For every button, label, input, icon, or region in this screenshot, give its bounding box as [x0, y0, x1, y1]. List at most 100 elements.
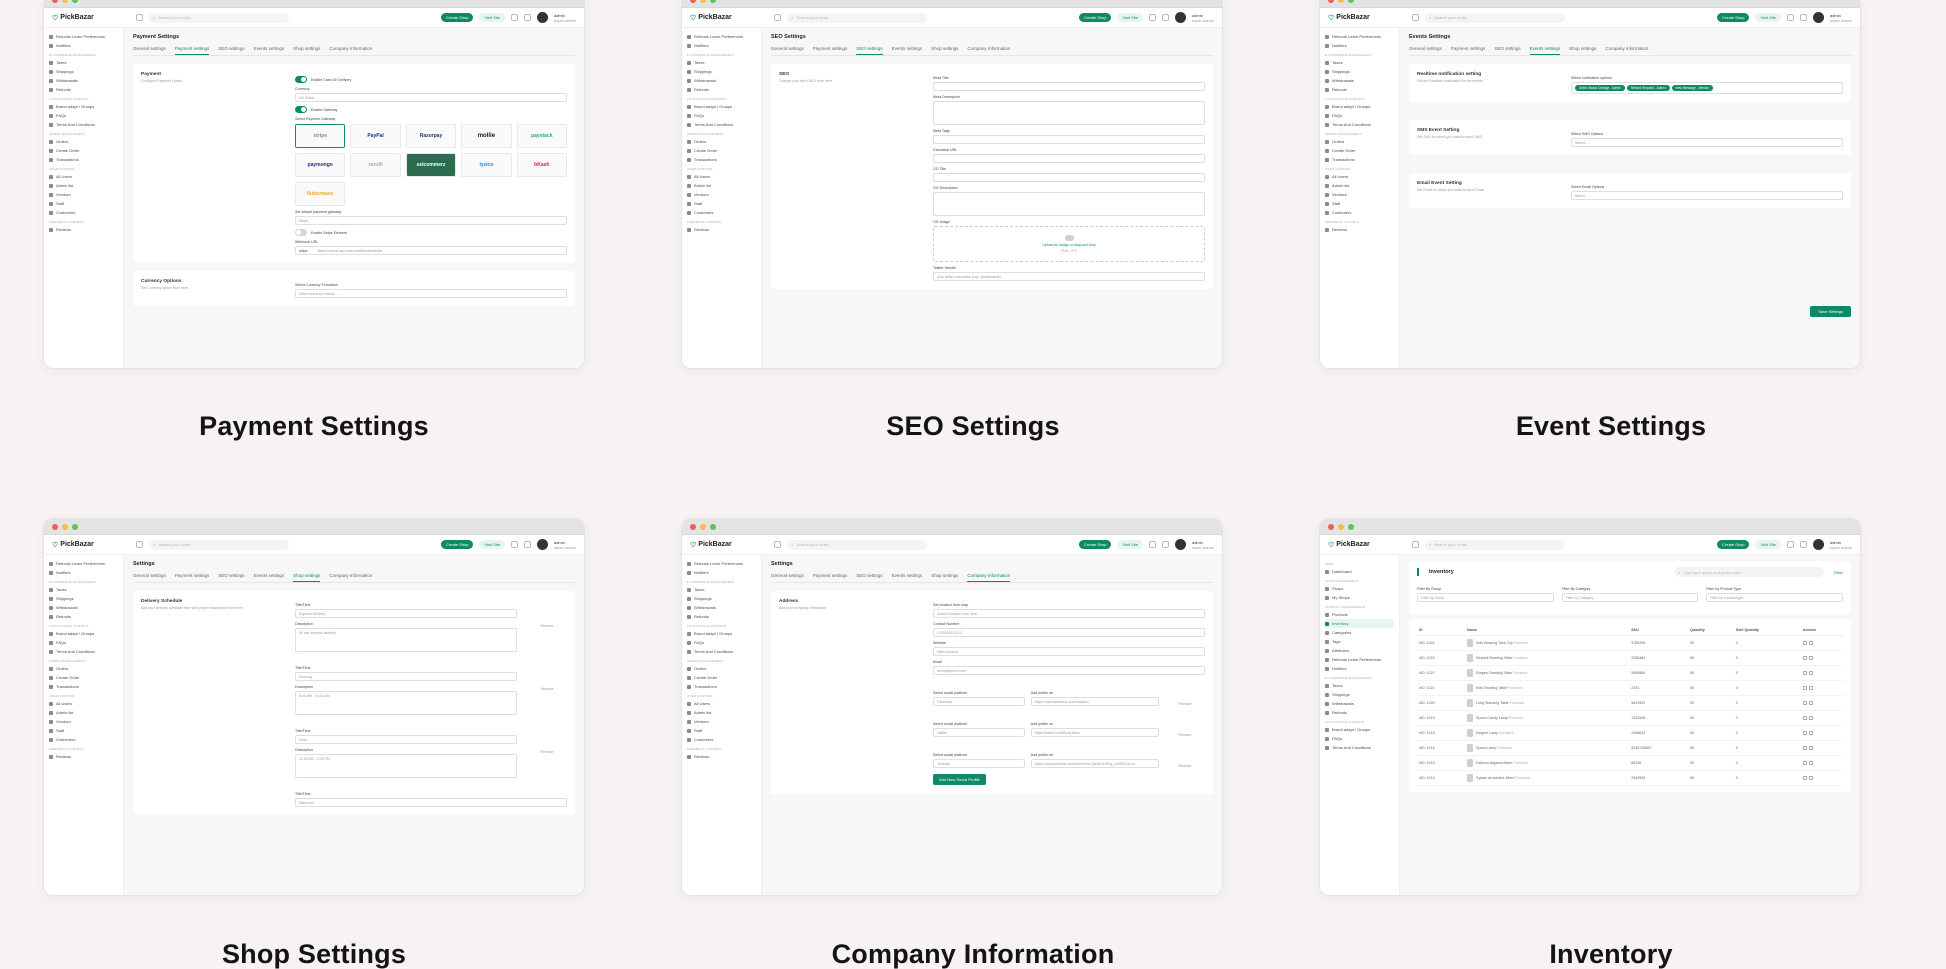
notification-icon[interactable]	[523, 14, 531, 21]
gateway-stripe[interactable]: stripe	[295, 124, 346, 148]
app-logo[interactable]: ♡ PickBazar	[1328, 14, 1406, 22]
menu-icon[interactable]	[774, 541, 781, 548]
tab-company[interactable]: Company Information	[329, 46, 372, 55]
tab-seo[interactable]: SEO settings	[856, 573, 882, 582]
sidebar-item[interactable]: Refunds Learn Preferences	[687, 559, 756, 568]
edit-icon[interactable]	[1802, 760, 1807, 765]
description-input[interactable]: 11.00 AM - 2.00 PM	[295, 754, 517, 778]
sidebar-item[interactable]: Orders	[687, 664, 756, 673]
remove-button[interactable]: Remove	[527, 687, 567, 691]
sidebar-item[interactable]: Shippings	[687, 594, 756, 603]
filter-category-select[interactable]: Filter by Category	[1561, 593, 1699, 602]
sidebar-item[interactable]: FAQs	[687, 638, 756, 647]
menu-icon[interactable]	[774, 14, 781, 21]
title-input[interactable]: Afternoon	[295, 798, 567, 807]
tab-seo[interactable]: SEO settings	[856, 46, 883, 55]
sidebar-item[interactable]: Customers	[49, 208, 118, 217]
sidebar-item[interactable]: Reviews	[687, 752, 756, 761]
sidebar-item[interactable]: Brand adapt / Groups	[49, 102, 118, 111]
twitter-handle-input[interactable]: your twitter username (exp: @username)	[933, 272, 1205, 281]
delete-icon[interactable]	[1808, 730, 1813, 735]
maximize-dot[interactable]	[710, 0, 716, 3]
sidebar-item[interactable]: Reviews	[687, 225, 756, 234]
close-dot[interactable]	[1328, 0, 1334, 3]
sidebar-item[interactable]: Admin list	[687, 181, 756, 190]
contact-input[interactable]: +129290122122	[933, 628, 1205, 637]
sidebar-item[interactable]: Shippings	[687, 67, 756, 76]
create-shop-button[interactable]: Create Shop	[1079, 540, 1112, 549]
title-input[interactable]: Express Delivery	[295, 609, 517, 618]
language-icon[interactable]	[510, 14, 518, 21]
sidebar-item[interactable]: Admin list	[1325, 181, 1394, 190]
sidebar-item[interactable]: Withdrawals	[49, 603, 118, 612]
sidebar-item[interactable]: Refunds	[687, 85, 756, 94]
sidebar-item[interactable]: Transactions	[1325, 155, 1394, 164]
tab-events[interactable]: Events settings	[892, 573, 923, 582]
gateway-sslcommerz[interactable]: sslcommerz	[405, 153, 457, 177]
menu-icon[interactable]	[136, 14, 143, 21]
delete-icon[interactable]	[1808, 700, 1813, 705]
sidebar-item[interactable]: FAQs	[687, 111, 756, 120]
delete-icon[interactable]	[1808, 745, 1813, 750]
sidebar-item[interactable]: Customers	[49, 735, 118, 744]
close-dot[interactable]	[52, 523, 58, 530]
sidebar-item[interactable]: Attributes	[1325, 646, 1394, 655]
search-input[interactable]: ⌕ Search your route...	[1425, 12, 1565, 23]
edit-icon[interactable]	[1802, 745, 1807, 750]
sidebar-item[interactable]: Notifiers	[687, 41, 756, 50]
sidebar-item[interactable]: Withdrawals	[1325, 699, 1394, 708]
close-dot[interactable]	[52, 0, 58, 3]
default-gateway-select[interactable]: Stripe	[295, 216, 567, 225]
sidebar-item[interactable]: Transactions	[687, 155, 756, 164]
edit-icon[interactable]	[1802, 700, 1807, 705]
gateway-toggle[interactable]	[295, 106, 307, 113]
website-input[interactable]: https://redq.io	[933, 647, 1205, 656]
sidebar-item[interactable]: Notifiers	[687, 568, 756, 577]
sidebar-item[interactable]: Orders	[1325, 137, 1394, 146]
app-logo[interactable]: ♡ PickBazar	[690, 541, 768, 549]
remove-button[interactable]: Remove	[527, 750, 567, 754]
sidebar-item[interactable]: Notifiers	[1325, 41, 1394, 50]
language-icon[interactable]	[1786, 541, 1794, 548]
notification-icon[interactable]	[1161, 541, 1169, 548]
gateway-flutterwave[interactable]: flutterwave	[295, 182, 346, 206]
delete-icon[interactable]	[1808, 640, 1813, 645]
sidebar-item[interactable]: FAQs	[1325, 111, 1394, 120]
maximize-dot[interactable]	[72, 0, 78, 3]
search-input[interactable]: ⌕ Search your route...	[787, 12, 927, 23]
filter-type-select[interactable]: Filter by product type	[1706, 593, 1844, 602]
close-dot[interactable]	[690, 523, 696, 530]
search-input[interactable]: ⌕ Search your route...	[149, 12, 289, 23]
title-input[interactable]: Noon	[295, 735, 517, 744]
sidebar-item[interactable]: Shippings	[1325, 67, 1394, 76]
profile-url-input[interactable]: https://www.facebook.com/redqinc/	[1030, 697, 1159, 706]
sidebar-item[interactable]: Taxes	[1325, 681, 1394, 690]
sidebar-item[interactable]: All Users	[687, 172, 756, 181]
sidebar-item[interactable]: Withdrawals	[687, 603, 756, 612]
visit-site-button[interactable]: Visit Site	[479, 540, 505, 549]
title-input[interactable]: Morning	[295, 672, 517, 681]
menu-icon[interactable]	[136, 541, 143, 548]
sidebar-item[interactable]: Taxes	[49, 585, 118, 594]
tab-shop[interactable]: Shop settings	[1569, 46, 1596, 55]
sidebar-item-inventory[interactable]: Inventory	[1325, 619, 1394, 628]
edit-icon[interactable]	[1802, 685, 1807, 690]
edit-icon[interactable]	[1802, 640, 1807, 645]
search-input[interactable]: ⌕ Search your route...	[787, 539, 927, 550]
col-quantity[interactable]: Quantity	[1688, 625, 1734, 636]
sidebar-item[interactable]: Shippings	[1325, 690, 1394, 699]
sidebar-item[interactable]: Admin list	[49, 181, 118, 190]
social-platform-select[interactable]: Youtube	[933, 759, 1025, 768]
menu-icon[interactable]	[1412, 14, 1419, 21]
menu-icon[interactable]	[1412, 541, 1419, 548]
sidebar-item[interactable]: Taxes	[1325, 58, 1394, 67]
sidebar-item[interactable]: Brand adapt / Groups	[1325, 102, 1394, 111]
save-settings-button[interactable]: Save Settings	[1810, 306, 1851, 317]
sidebar-item[interactable]: Create Order	[49, 673, 118, 682]
notification-icon[interactable]	[523, 541, 531, 548]
tab-general[interactable]: General settings	[771, 46, 804, 55]
tab-seo[interactable]: SEO settings	[218, 573, 244, 582]
delete-icon[interactable]	[1808, 685, 1813, 690]
app-logo[interactable]: ♡ PickBazar	[690, 14, 768, 22]
sidebar-item[interactable]: Refunds Learn Preferences	[49, 559, 118, 568]
